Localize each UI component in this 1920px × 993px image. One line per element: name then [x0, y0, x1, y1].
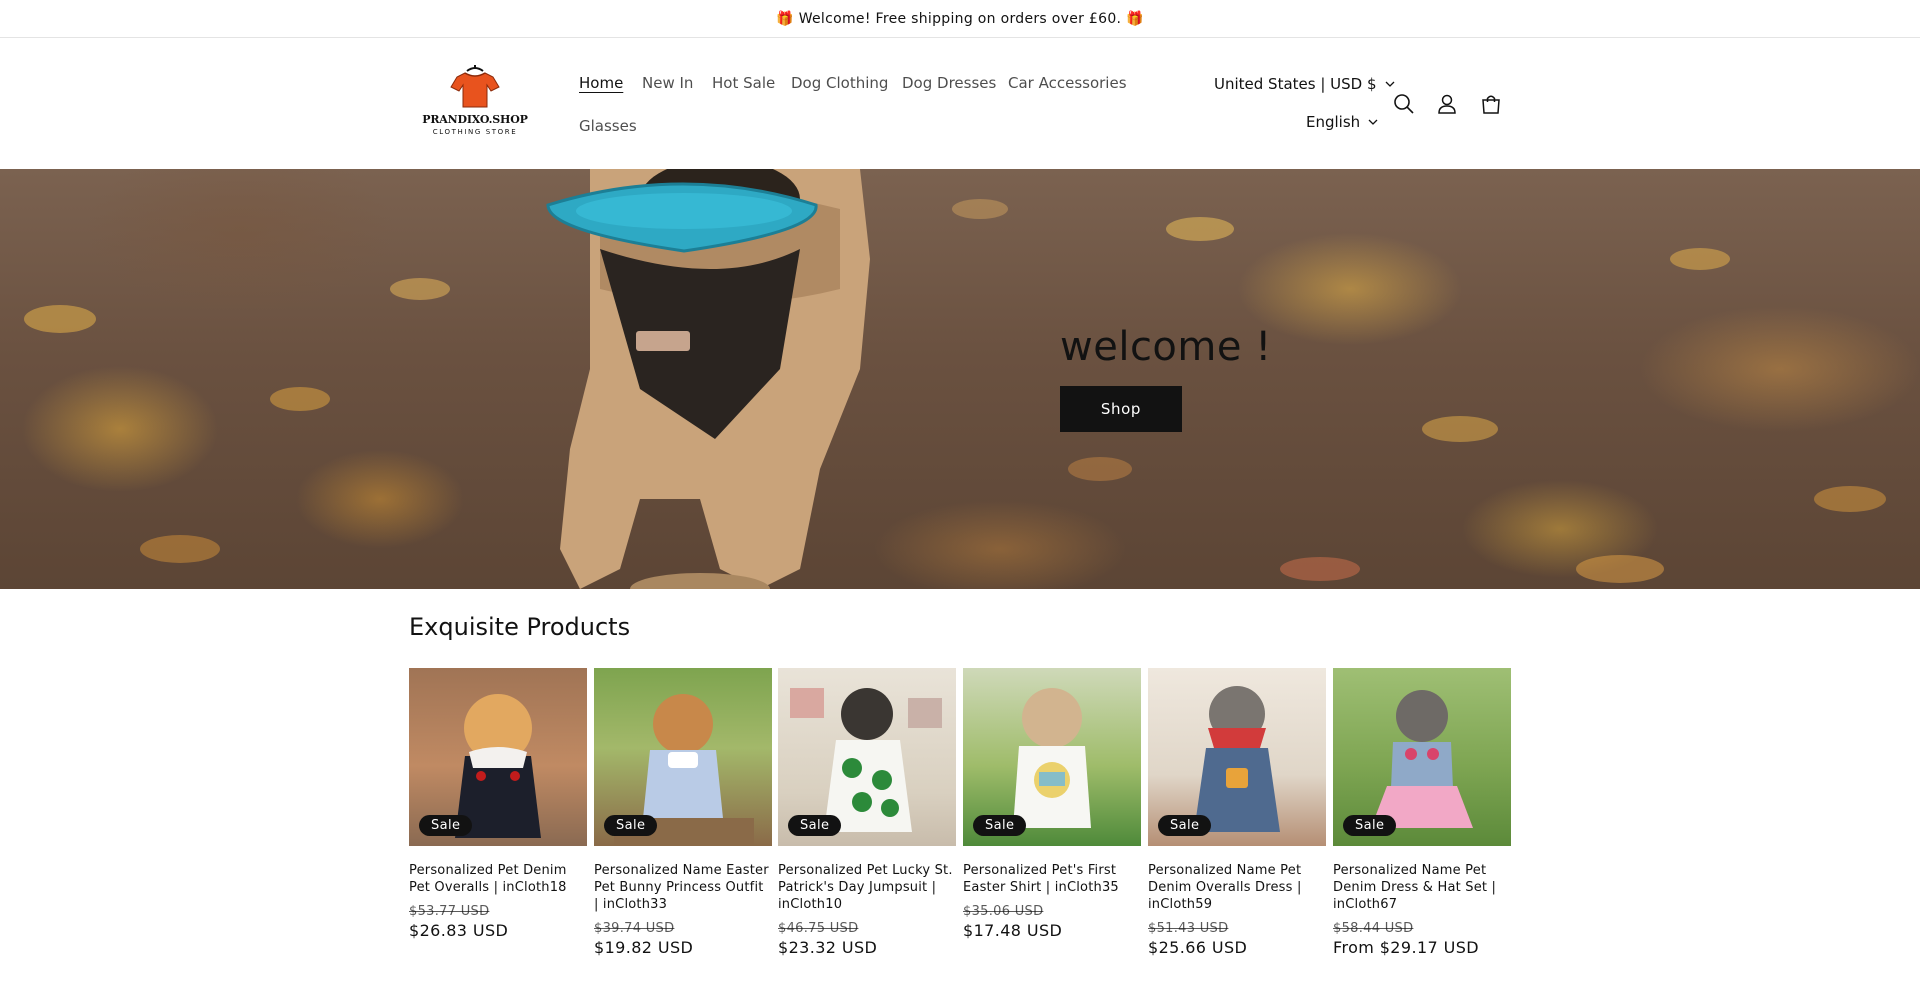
product-regular-price: $46.75 USD	[778, 921, 859, 936]
hero-banner: welcome ! Shop	[0, 169, 1920, 589]
search-button[interactable]	[1391, 91, 1417, 117]
product-sale-price: $26.83 USD	[409, 921, 509, 940]
sale-badge: Sale	[419, 815, 473, 836]
product-sale-price: $25.66 USD	[1148, 938, 1248, 957]
store-logo[interactable]: PRANDIXO.SHOP CLOTHING STORE	[420, 63, 530, 147]
language-label: English	[1306, 113, 1361, 131]
sale-badge: Sale	[788, 815, 842, 836]
product-image[interactable]: Sale	[963, 668, 1141, 846]
nav-item-dog-clothing[interactable]: Dog Clothing	[791, 74, 888, 92]
search-icon	[1394, 94, 1414, 114]
product-card[interactable]: Sale Personalized Pet Lucky St. Patrick'…	[778, 668, 956, 957]
pug-with-frisbee-image	[24, 169, 1886, 589]
announcement-bar: 🎁 Welcome! Free shipping on orders over …	[0, 0, 1920, 38]
product-title[interactable]: Personalized Pet Lucky St. Patrick's Day…	[778, 862, 956, 913]
hero-title: welcome !	[1060, 324, 1272, 370]
cart-icon	[1482, 95, 1500, 114]
logo-brand-text: PRANDIXO.SHOP	[422, 113, 528, 126]
product-regular-price: $35.06 USD	[963, 904, 1044, 919]
chevron-down-icon	[1368, 119, 1378, 125]
nav-item-glasses[interactable]: Glasses	[579, 117, 637, 135]
product-regular-price: $39.74 USD	[594, 921, 675, 936]
product-regular-price: $51.43 USD	[1148, 921, 1229, 936]
sale-badge: Sale	[1343, 815, 1397, 836]
site-header: PRANDIXO.SHOP CLOTHING STORE Home New In…	[0, 39, 1920, 169]
product-title[interactable]: Personalized Pet Denim Pet Overalls | in…	[409, 862, 587, 896]
nav-item-home[interactable]: Home	[579, 74, 623, 92]
cart-button[interactable]	[1478, 91, 1504, 117]
product-image[interactable]: Sale	[594, 668, 772, 846]
sale-badge: Sale	[1158, 815, 1212, 836]
shirt-logo-icon	[450, 65, 500, 108]
product-sale-price: $23.32 USD	[778, 938, 878, 957]
product-card[interactable]: Sale Personalized Pet Denim Pet Overalls…	[409, 668, 587, 940]
product-title[interactable]: Personalized Pet's First Easter Shirt | …	[963, 862, 1141, 896]
country-label: United States | USD $	[1214, 75, 1377, 93]
language-selector[interactable]: English	[1306, 113, 1378, 131]
product-regular-price: $53.77 USD	[409, 904, 490, 919]
account-icon	[1438, 94, 1456, 114]
announcement-text: 🎁 Welcome! Free shipping on orders over …	[776, 10, 1144, 27]
product-title[interactable]: Personalized Name Pet Denim Overalls Dre…	[1148, 862, 1326, 913]
logo-tagline: CLOTHING STORE	[432, 128, 518, 136]
product-sale-price: $17.48 USD	[963, 921, 1063, 940]
sale-badge: Sale	[973, 815, 1027, 836]
nav-item-car-accessories[interactable]: Car Accessories	[1008, 74, 1127, 92]
product-card[interactable]: Sale Personalized Name Pet Denim Dress &…	[1333, 668, 1511, 957]
nav-item-hot-sale[interactable]: Hot Sale	[712, 74, 775, 92]
product-image[interactable]: Sale	[1148, 668, 1326, 846]
main-nav: Home New In Hot Sale Dog Clothing Dog Dr…	[579, 39, 1139, 169]
product-sale-price: $19.82 USD	[594, 938, 694, 957]
country-selector[interactable]: United States | USD $	[1214, 75, 1395, 93]
product-title[interactable]: Personalized Name Easter Pet Bunny Princ…	[594, 862, 772, 913]
product-card[interactable]: Sale Personalized Name Easter Pet Bunny …	[594, 668, 772, 957]
product-card[interactable]: Sale Personalized Pet's First Easter Shi…	[963, 668, 1141, 940]
product-title[interactable]: Personalized Name Pet Denim Dress & Hat …	[1333, 862, 1511, 913]
hero-content: welcome ! Shop	[1060, 324, 1272, 432]
section-title: Exquisite Products	[409, 613, 631, 641]
product-card[interactable]: Sale Personalized Name Pet Denim Overall…	[1148, 668, 1326, 957]
product-regular-price: $58.44 USD	[1333, 921, 1414, 936]
chevron-down-icon	[1385, 81, 1394, 87]
nav-item-new-in[interactable]: New In	[642, 74, 693, 92]
product-sale-price: From $29.17 USD	[1333, 938, 1479, 957]
product-image[interactable]: Sale	[1333, 668, 1511, 846]
nav-item-dog-dresses[interactable]: Dog Dresses	[902, 74, 996, 92]
sale-badge: Sale	[604, 815, 658, 836]
product-image[interactable]: Sale	[409, 668, 587, 846]
product-grid: Sale Personalized Pet Denim Pet Overalls…	[409, 668, 1511, 993]
shop-button[interactable]: Shop	[1060, 386, 1182, 432]
account-button[interactable]	[1434, 91, 1460, 117]
product-image[interactable]: Sale	[778, 668, 956, 846]
